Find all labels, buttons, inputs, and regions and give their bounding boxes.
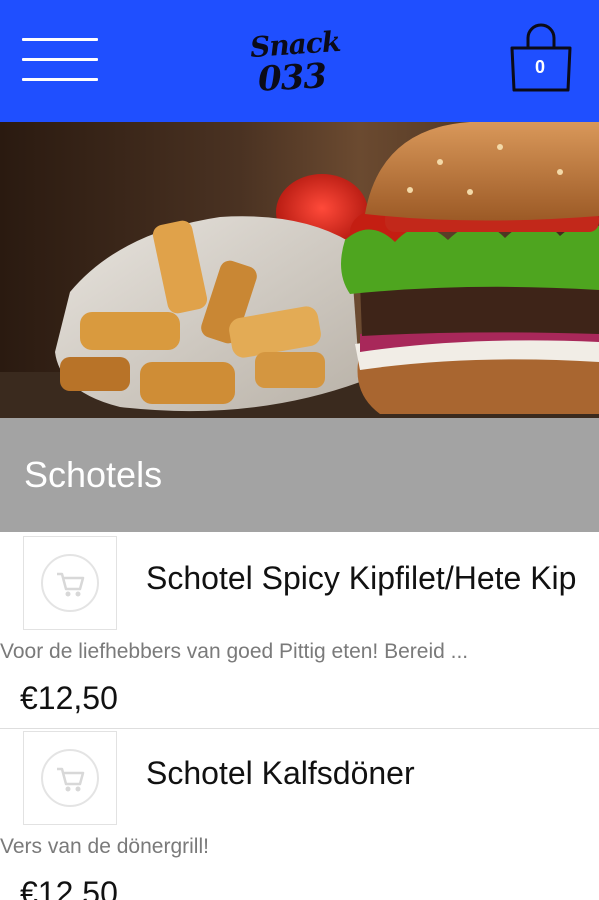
cart-icon <box>41 749 99 807</box>
hero-image <box>0 122 599 418</box>
hamburger-menu-icon[interactable] <box>22 38 100 84</box>
app-header: Snack 033 0 <box>0 0 599 122</box>
category-title: Schotels <box>24 454 163 495</box>
item-description: Vers van de dönergrill! <box>0 835 209 858</box>
category-header: Schotels <box>0 418 599 532</box>
add-to-cart-button[interactable] <box>23 536 117 630</box>
item-name[interactable]: Schotel Spicy Kipfilet/Hete Kip <box>146 560 576 597</box>
item-description: Voor de liefhebbers van goed Pittig eten… <box>0 640 469 663</box>
item-name[interactable]: Schotel Kalfsdöner <box>146 755 415 792</box>
cart-icon <box>41 554 99 612</box>
item-price: €12,50 <box>20 680 118 716</box>
menu-item[interactable]: Schotel Kalfsdöner Vers van de dönergril… <box>0 729 599 900</box>
app-screen: Snack 033 0 Schotels Schotel Spicy Kipfi… <box>0 0 599 900</box>
brand-logo[interactable]: Snack 033 <box>240 25 360 100</box>
cart-count: 0 <box>534 57 545 77</box>
add-to-cart-button[interactable] <box>23 731 117 825</box>
logo-line-2: 033 <box>256 56 327 100</box>
item-price: €12,50 <box>20 875 118 900</box>
menu-item[interactable]: Schotel Spicy Kipfilet/Hete Kip Voor de … <box>0 532 599 728</box>
cart-button[interactable]: 0 <box>506 20 576 94</box>
